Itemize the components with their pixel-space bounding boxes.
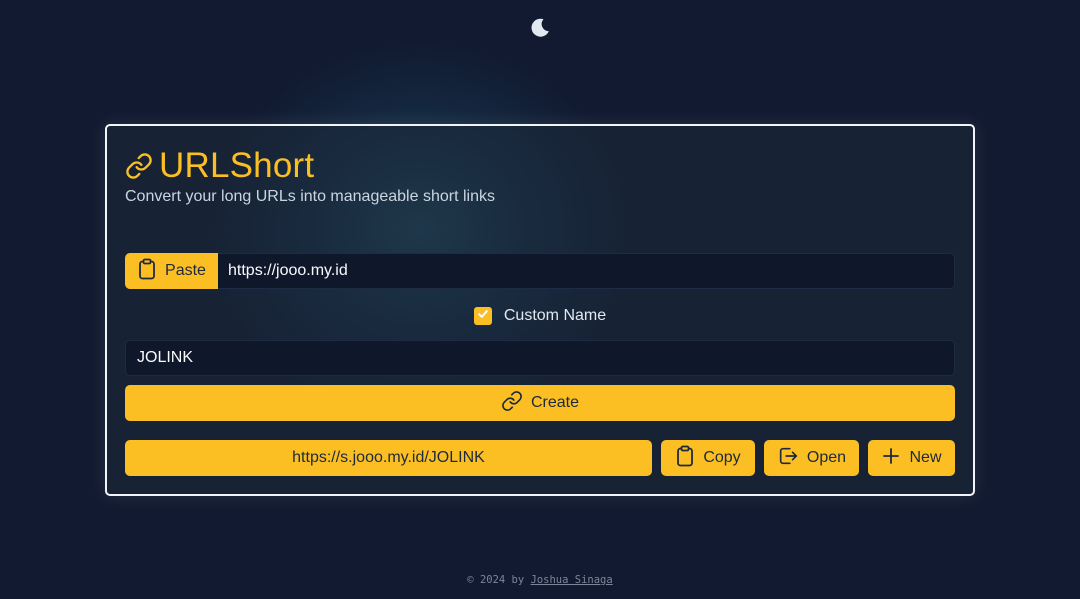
page: URLShort Convert your long URLs into man… [0, 0, 1080, 599]
link-icon [125, 152, 153, 180]
short-url-display[interactable]: https://s.jooo.my.id/JOLINK [125, 440, 652, 476]
custom-name-checkbox[interactable] [473, 307, 492, 325]
custom-name-label[interactable]: Custom Name [504, 307, 606, 325]
custom-name-input[interactable]: JOLINK [125, 340, 955, 376]
open-button[interactable]: Open [764, 440, 859, 476]
footer-copyright: © 2024 by [467, 574, 531, 586]
moon-icon[interactable] [528, 16, 552, 40]
create-button[interactable]: Create [125, 385, 955, 421]
plus-icon [881, 446, 901, 471]
link-icon [501, 390, 523, 417]
new-button[interactable]: New [868, 440, 955, 476]
url-input-group: Paste https://jooo.my.id [125, 253, 955, 289]
long-url-input[interactable]: https://jooo.my.id [218, 253, 955, 289]
new-label: New [909, 449, 942, 466]
external-open-icon [777, 445, 799, 472]
custom-name-toggle: Custom Name [107, 307, 973, 325]
paste-button[interactable]: Paste [125, 253, 218, 289]
shortener-card: URLShort Convert your long URLs into man… [105, 124, 975, 496]
author-link[interactable]: Joshua Sinaga [531, 574, 613, 586]
check-icon [477, 307, 489, 325]
paste-label: Paste [165, 262, 206, 279]
copy-label: Copy [703, 449, 741, 466]
app-subtitle: Convert your long URLs into manageable s… [125, 188, 495, 205]
app-title: URLShort [159, 146, 315, 185]
clipboard-icon [137, 258, 157, 285]
app-header: URLShort [125, 146, 314, 186]
clipboard-icon [675, 445, 695, 472]
open-label: Open [806, 449, 847, 466]
footer: © 2024 by Joshua Sinaga [0, 574, 1080, 586]
create-label: Create [530, 394, 580, 411]
copy-button[interactable]: Copy [661, 440, 755, 476]
result-row: https://s.jooo.my.id/JOLINK Copy Open Ne… [125, 440, 955, 476]
